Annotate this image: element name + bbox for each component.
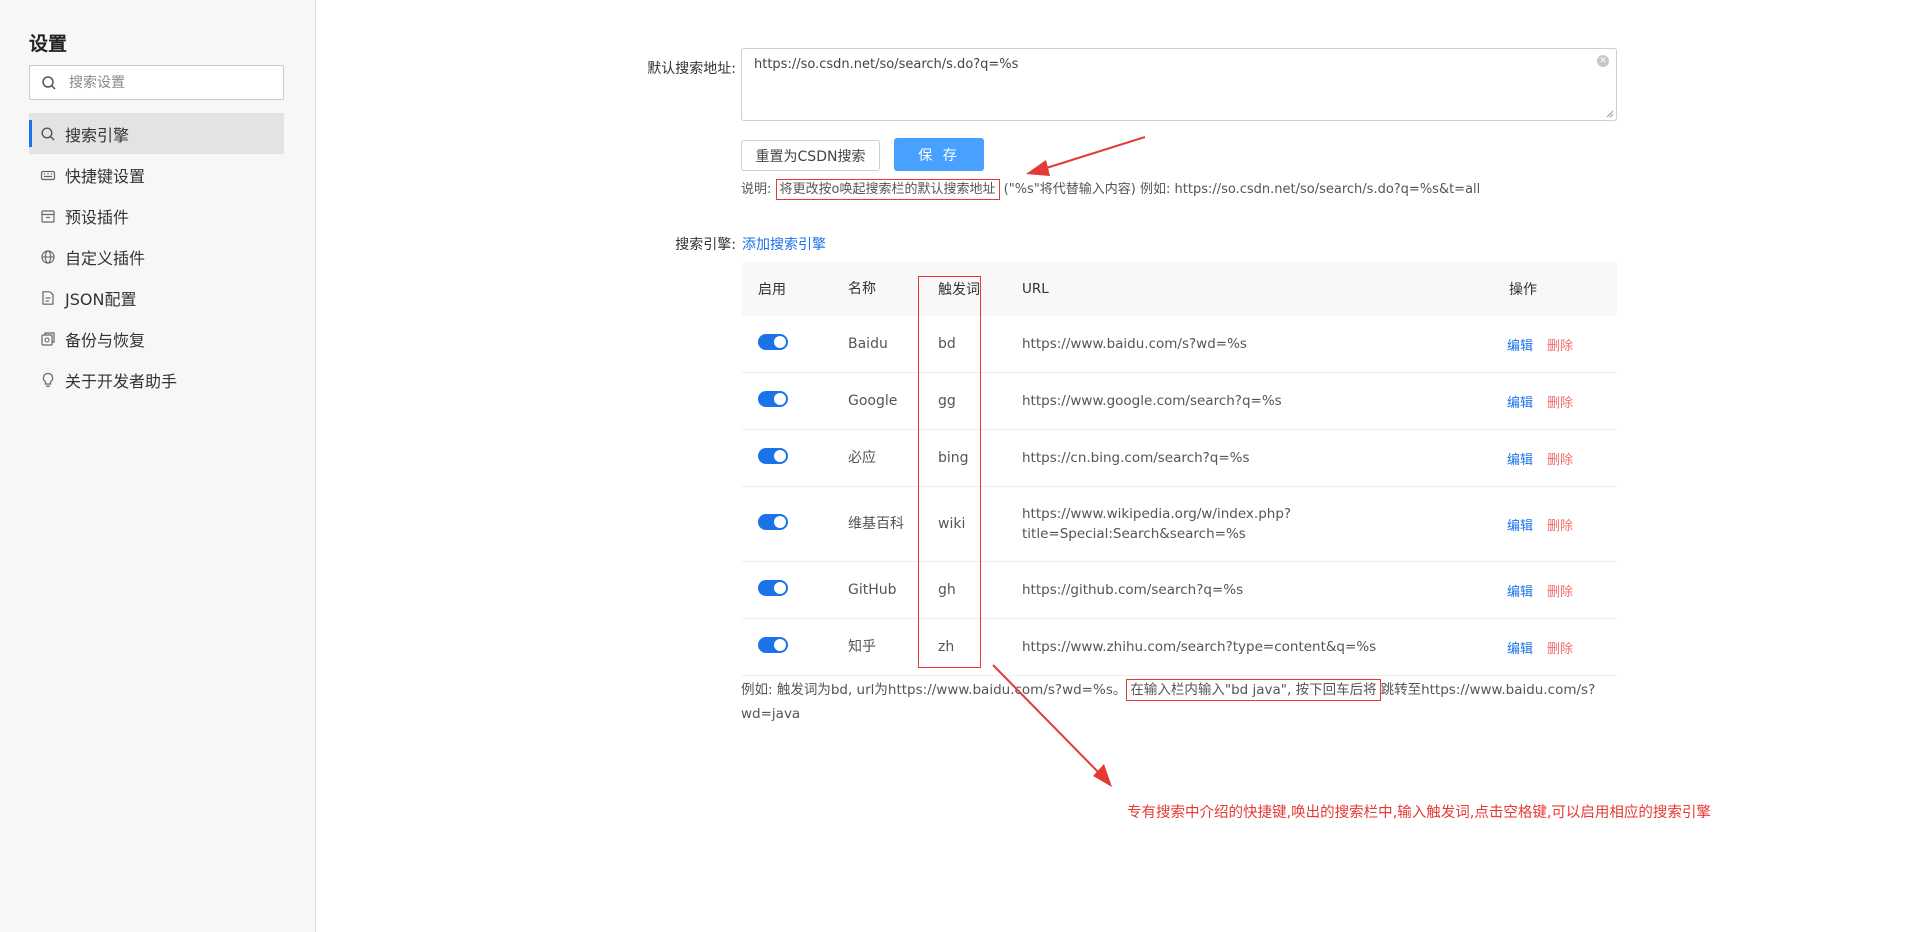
sidebar-item-preset-plugins[interactable]: 预设插件 <box>29 195 284 236</box>
table-row: 必应 bing https://cn.bing.com/search?q=%s … <box>742 430 1617 487</box>
note-suffix: ("%s"将代替输入内容) 例如: https://so.csdn.net/so… <box>1003 182 1481 197</box>
search-icon <box>42 76 56 90</box>
edit-link[interactable]: 编辑 <box>1507 396 1533 411</box>
engine-name: GitHub <box>848 582 897 598</box>
table-row: 知乎 zh https://www.zhihu.com/search?type=… <box>742 619 1617 676</box>
delete-link[interactable]: 删除 <box>1547 453 1573 468</box>
header-trigger: 触发词 <box>938 282 980 298</box>
sidebar-item-search-engines[interactable]: 搜索引擎 <box>29 113 284 154</box>
reset-csdn-button[interactable]: 重置为CSDN搜索 <box>741 140 880 171</box>
sidebar-item-label: 快捷键设置 <box>65 166 146 186</box>
table-row: Google gg https://www.google.com/search?… <box>742 373 1617 430</box>
edit-link[interactable]: 编辑 <box>1507 585 1533 600</box>
sidebar-item-custom-plugins[interactable]: 自定义插件 <box>29 236 284 277</box>
lightbulb-icon <box>42 372 54 387</box>
default-url-box[interactable]: ✕ <box>741 48 1617 121</box>
sidebar-item-json-config[interactable]: JSON配置 <box>29 277 284 318</box>
clear-icon[interactable]: ✕ <box>1597 55 1609 67</box>
example-prefix: 例如: 触发词为bd, url为https://www.baidu.com/s?… <box>741 682 1127 698</box>
search-engines-label: 搜索引擎: <box>675 237 736 253</box>
edit-link[interactable]: 编辑 <box>1507 453 1533 468</box>
delete-link[interactable]: 删除 <box>1547 396 1573 411</box>
package-icon <box>41 210 55 223</box>
enable-toggle[interactable] <box>758 334 788 350</box>
enable-toggle[interactable] <box>758 514 788 530</box>
default-url-input[interactable] <box>742 49 1616 120</box>
json-file-icon <box>42 291 54 305</box>
header-actions: 操作 <box>1509 282 1537 298</box>
edit-link[interactable]: 编辑 <box>1507 642 1533 657</box>
sidebar: 设置 搜索引擎 快捷键设置 <box>0 0 316 932</box>
search-engine-table: 启用 名称 触发词 URL 操作 Baidu bd https://www.ba… <box>742 262 1617 676</box>
sidebar-title: 设置 <box>29 33 68 55</box>
engine-trigger: gh <box>938 582 956 598</box>
sidebar-item-about[interactable]: 关于开发者助手 <box>29 359 284 400</box>
search-icon <box>41 127 55 141</box>
usage-example: 例如: 触发词为bd, url为https://www.baidu.com/s?… <box>741 678 1621 726</box>
engine-trigger: zh <box>938 639 955 655</box>
engine-url: https://www.zhihu.com/search?type=conten… <box>1022 639 1377 655</box>
engine-name: 知乎 <box>848 639 876 655</box>
engine-url: https://www.baidu.com/s?wd=%s <box>1022 336 1247 352</box>
save-button[interactable]: 保 存 <box>894 138 984 171</box>
engine-url: https://cn.bing.com/search?q=%s <box>1022 450 1250 466</box>
enable-toggle[interactable] <box>758 391 788 407</box>
sidebar-item-label: 关于开发者助手 <box>65 371 178 391</box>
backup-icon <box>41 332 55 346</box>
resize-grip-icon[interactable] <box>1606 110 1614 118</box>
default-url-note: 说明: 将更改按o唤起搜索栏的默认搜索地址 ("%s"将代替输入内容) 例如: … <box>741 178 1481 200</box>
sidebar-item-label: 搜索引擎 <box>65 125 130 145</box>
settings-search-box[interactable] <box>29 65 284 100</box>
engine-trigger: wiki <box>938 516 966 532</box>
engine-url: https://www.wikipedia.org/w/index.php?ti… <box>1022 506 1292 542</box>
engine-trigger: bing <box>938 450 969 466</box>
header-enabled: 启用 <box>758 282 786 298</box>
delete-link[interactable]: 删除 <box>1547 642 1573 657</box>
delete-link[interactable]: 删除 <box>1547 519 1573 534</box>
engine-trigger: gg <box>938 393 956 409</box>
example-highlight: 在输入栏内输入"bd java", 按下回车后将 <box>1126 679 1381 701</box>
engine-trigger: bd <box>938 336 956 352</box>
note-arrow-head <box>1026 160 1050 176</box>
sidebar-item-label: 预设插件 <box>65 207 130 227</box>
engine-name: Google <box>848 393 898 409</box>
note-arrow-line <box>1039 136 1146 171</box>
delete-link[interactable]: 删除 <box>1547 339 1573 354</box>
default-url-label: 默认搜索地址: <box>647 61 736 77</box>
engine-url: https://www.google.com/search?q=%s <box>1022 393 1282 409</box>
enable-toggle[interactable] <box>758 637 788 653</box>
note-prefix: 说明: <box>741 182 772 197</box>
sidebar-item-shortcuts[interactable]: 快捷键设置 <box>29 154 284 195</box>
table-row: 维基百科 wiki https://www.wikipedia.org/w/in… <box>742 487 1617 562</box>
header-name: 名称 <box>848 281 876 297</box>
engine-name: 必应 <box>848 450 876 466</box>
engine-name: 维基百科 <box>848 516 904 532</box>
sidebar-item-backup-restore[interactable]: 备份与恢复 <box>29 318 284 359</box>
delete-link[interactable]: 删除 <box>1547 585 1573 600</box>
header-url: URL <box>1022 281 1049 297</box>
add-search-engine-link[interactable]: 添加搜索引擎 <box>742 234 826 254</box>
settings-search-input[interactable] <box>69 66 279 99</box>
example-arrow-head <box>1093 764 1112 787</box>
keyboard-icon <box>40 170 56 181</box>
edit-link[interactable]: 编辑 <box>1507 519 1533 534</box>
table-row: Baidu bd https://www.baidu.com/s?wd=%s 编… <box>742 316 1617 373</box>
engine-name: Baidu <box>848 336 888 352</box>
edit-link[interactable]: 编辑 <box>1507 339 1533 354</box>
sidebar-item-label: 备份与恢复 <box>65 330 146 350</box>
sidebar-item-label: 自定义插件 <box>65 248 146 268</box>
sidebar-item-label: JSON配置 <box>65 289 137 309</box>
engine-url: https://github.com/search?q=%s <box>1022 582 1244 598</box>
table-row: GitHub gh https://github.com/search?q=%s… <box>742 562 1617 619</box>
table-header: 启用 名称 触发词 URL 操作 <box>742 262 1617 316</box>
settings-nav: 搜索引擎 快捷键设置 预设插件 自定义插件 JSON配置 备份与恢复 关于开发者… <box>29 113 284 400</box>
enable-toggle[interactable] <box>758 448 788 464</box>
enable-toggle[interactable] <box>758 580 788 596</box>
annotation-text: 专有搜索中介绍的快捷键,唤出的搜索栏中,输入触发词,点击空格键,可以启用相应的搜… <box>1127 805 1711 821</box>
globe-icon <box>41 250 55 264</box>
note-highlight: 将更改按o唤起搜索栏的默认搜索地址 <box>775 179 1000 200</box>
